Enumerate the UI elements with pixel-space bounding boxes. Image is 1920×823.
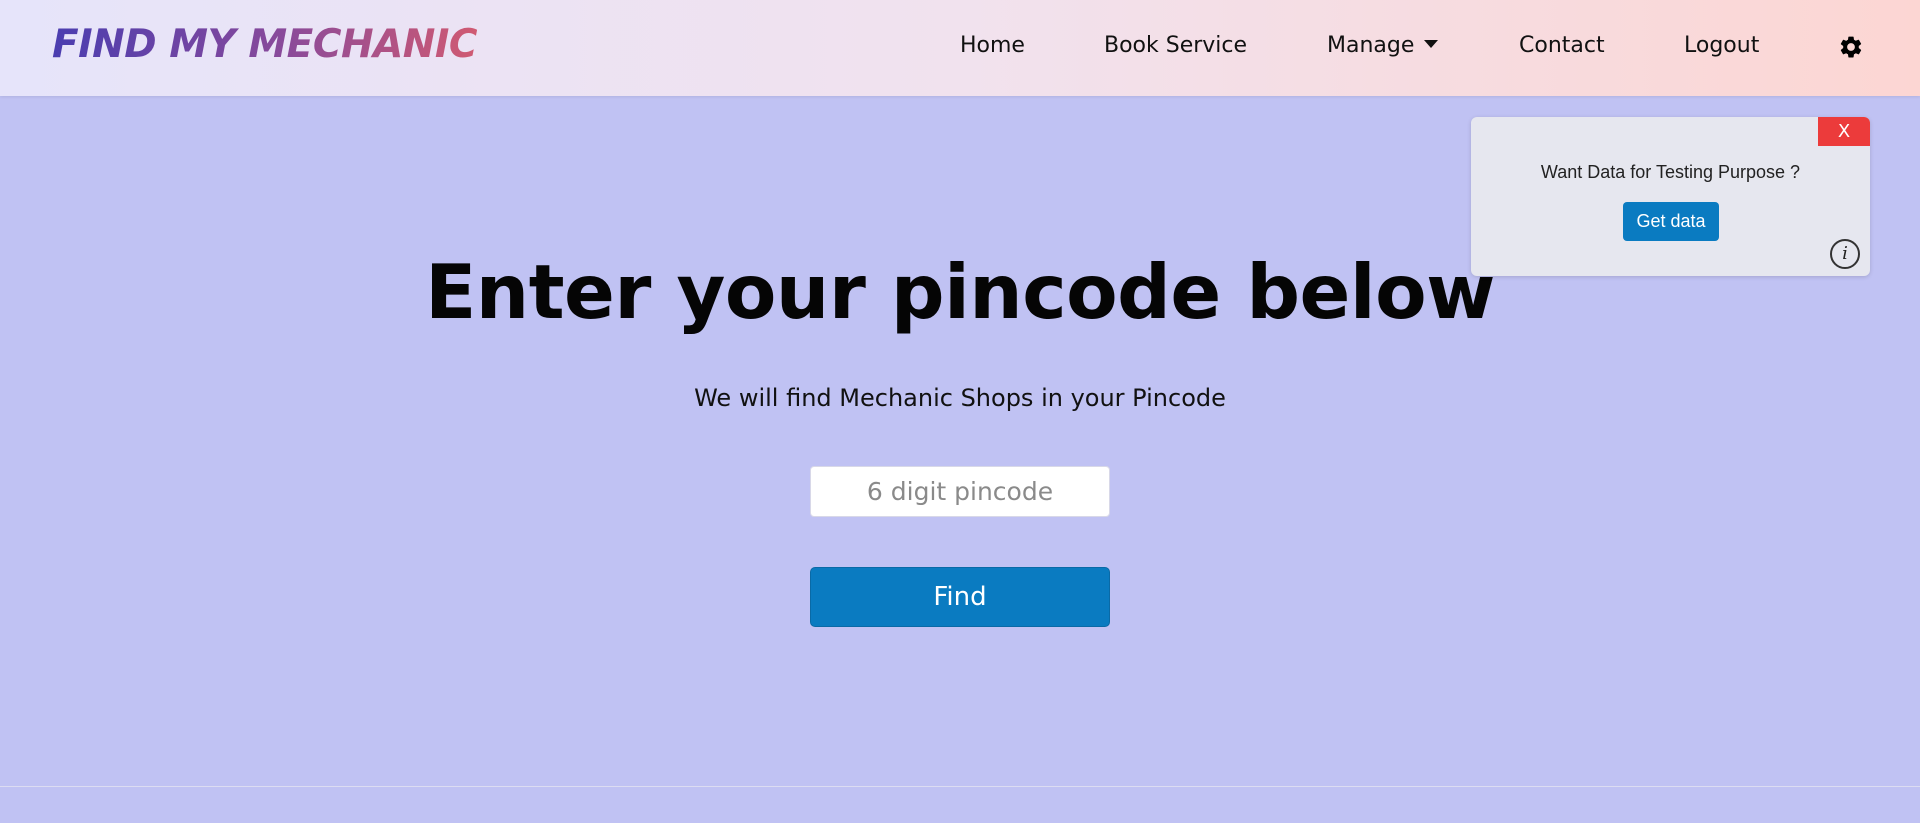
- testing-data-popup: X Want Data for Testing Purpose ? Get da…: [1471, 117, 1870, 276]
- info-icon[interactable]: i: [1830, 239, 1860, 269]
- brand-logo[interactable]: FIND MY MECHANIC: [52, 22, 478, 67]
- caret-down-icon: [1424, 40, 1439, 48]
- navbar: FIND MY MECHANIC Home Book Service Manag…: [0, 0, 1920, 96]
- nav-contact-link[interactable]: Contact: [1519, 33, 1605, 58]
- popup-message: Want Data for Testing Purpose ?: [1540, 162, 1801, 182]
- footer-divider: [0, 786, 1920, 787]
- nav-home-link[interactable]: Home: [960, 33, 1025, 58]
- nav-manage-label: Manage: [1327, 33, 1415, 58]
- find-button[interactable]: Find: [810, 567, 1110, 627]
- nav-logout-link[interactable]: Logout: [1684, 33, 1759, 58]
- get-data-button[interactable]: Get data: [1623, 202, 1719, 241]
- nav-manage-dropdown[interactable]: Manage: [1327, 33, 1439, 58]
- gear-icon[interactable]: [1838, 34, 1864, 60]
- nav-book-service-link[interactable]: Book Service: [1104, 33, 1247, 58]
- pincode-input[interactable]: [810, 466, 1110, 517]
- popup-close-button[interactable]: X: [1818, 117, 1870, 146]
- page-subtitle: We will find Mechanic Shops in your Pinc…: [694, 384, 1226, 412]
